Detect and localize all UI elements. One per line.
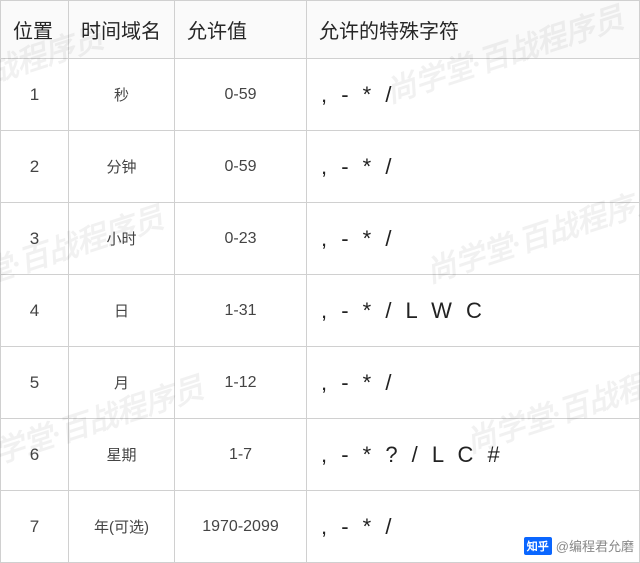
header-allowed: 允许值 [175,1,307,59]
cell-field: 分钟 [69,131,175,203]
table-row: 4日1-31, - * / L W C [1,275,640,347]
cell-special: , - * / [307,491,640,563]
cell-position: 7 [1,491,69,563]
cell-field: 小时 [69,203,175,275]
cell-special: , - * / [307,59,640,131]
table-header-row: 位置 时间域名 允许值 允许的特殊字符 [1,1,640,59]
cell-special: , - * / L W C [307,275,640,347]
header-special: 允许的特殊字符 [307,1,640,59]
table-row: 3小时0-23, - * / [1,203,640,275]
cell-position: 5 [1,347,69,419]
cell-position: 1 [1,59,69,131]
cell-allowed: 1-7 [175,419,307,491]
cell-special: , - * / [307,203,640,275]
cell-allowed: 1-12 [175,347,307,419]
cell-position: 6 [1,419,69,491]
table-row: 6星期1-7, - * ? / L C # [1,419,640,491]
cell-field: 秒 [69,59,175,131]
table-row: 5月1-12, - * / [1,347,640,419]
cell-field: 月 [69,347,175,419]
cell-special: , - * ? / L C # [307,419,640,491]
header-position: 位置 [1,1,69,59]
table-row: 7年(可选)1970-2099, - * / [1,491,640,563]
table-row: 2分钟0-59, - * / [1,131,640,203]
cell-position: 3 [1,203,69,275]
table-row: 1秒0-59, - * / [1,59,640,131]
table-body: 1秒0-59, - * /2分钟0-59, - * /3小时0-23, - * … [1,59,640,563]
cell-allowed: 0-23 [175,203,307,275]
cell-position: 4 [1,275,69,347]
cell-position: 2 [1,131,69,203]
cell-field: 日 [69,275,175,347]
cell-allowed: 1-31 [175,275,307,347]
cell-field: 星期 [69,419,175,491]
cell-field: 年(可选) [69,491,175,563]
cron-fields-table: 位置 时间域名 允许值 允许的特殊字符 1秒0-59, - * /2分钟0-59… [0,0,640,563]
header-field: 时间域名 [69,1,175,59]
cell-allowed: 0-59 [175,59,307,131]
cell-special: , - * / [307,347,640,419]
cell-allowed: 0-59 [175,131,307,203]
cell-allowed: 1970-2099 [175,491,307,563]
cell-special: , - * / [307,131,640,203]
